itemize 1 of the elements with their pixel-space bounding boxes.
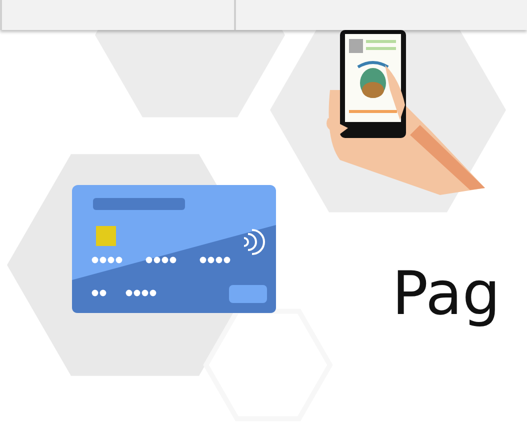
page-heading: Pag: [392, 258, 500, 330]
